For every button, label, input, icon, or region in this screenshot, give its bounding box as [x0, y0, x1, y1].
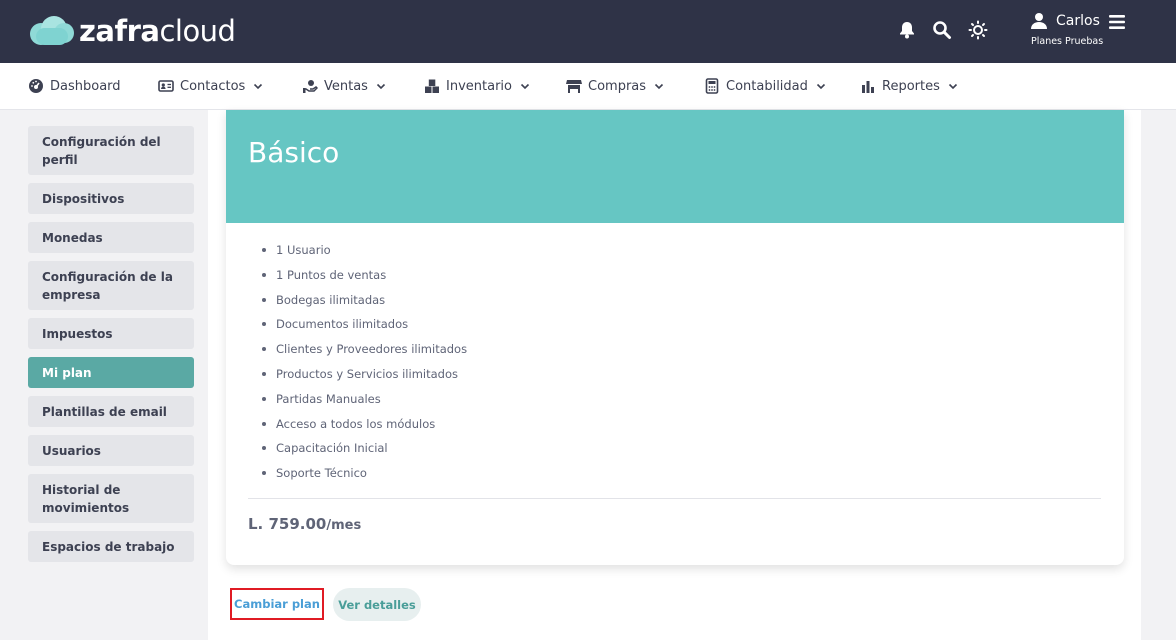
logo[interactable]: zafracloud	[28, 14, 236, 48]
nav-contactos-label: Contactos	[180, 78, 246, 94]
sidebar-item-mi-plan[interactable]: Mi plan	[28, 357, 194, 388]
store-icon	[566, 80, 582, 93]
list-item: Productos y Servicios ilimitados	[262, 365, 467, 390]
sidebar-item-plantillas-email[interactable]: Plantillas de email	[28, 396, 194, 427]
cloud-logo-icon	[28, 16, 76, 46]
nav-ventas-label: Ventas	[324, 78, 368, 94]
sidebar-item-perfil[interactable]: Configuración del perfil	[28, 126, 194, 175]
chevron-down-icon	[816, 83, 825, 90]
bar-chart-icon	[862, 81, 874, 93]
boxes-icon	[425, 79, 439, 93]
sidebar-item-espacios[interactable]: Espacios de trabajo	[28, 531, 194, 562]
view-details-button[interactable]: Ver detalles	[333, 588, 421, 621]
sidebar-item-dispositivos[interactable]: Dispositivos	[28, 183, 194, 214]
plan-price: L. 759.00/mes	[248, 515, 361, 533]
chevron-down-icon	[376, 83, 386, 90]
chevron-down-icon	[520, 83, 530, 90]
list-item: 1 Puntos de ventas	[262, 266, 467, 291]
nav-ventas[interactable]: Ventas	[302, 63, 386, 109]
user-icon	[1031, 13, 1047, 29]
nav-inventario[interactable]: Inventario	[424, 63, 530, 109]
top-bar: zafracloud Carlos Planes Pruebas	[0, 0, 1176, 63]
list-item: Documentos ilimitados	[262, 315, 467, 340]
contact-card-icon	[158, 80, 174, 92]
price-amount: L. 759.00	[248, 515, 327, 533]
company-name: Planes Pruebas	[1031, 36, 1104, 47]
nav-compras-label: Compras	[588, 78, 647, 94]
main-nav: Dashboard Contactos Ventas Inventario Co…	[0, 63, 1176, 110]
plan-name: Básico	[248, 136, 340, 169]
sidebar-item-usuarios[interactable]: Usuarios	[28, 435, 194, 466]
user-name: Carlos	[1056, 13, 1100, 29]
bell-icon[interactable]	[897, 20, 917, 40]
plan-card-header: Básico	[226, 110, 1124, 223]
sidebar-item-historial[interactable]: Historial de movimientos	[28, 474, 194, 523]
sidebar-item-monedas[interactable]: Monedas	[28, 222, 194, 253]
nav-reportes-label: Reportes	[882, 78, 940, 94]
sun-icon[interactable]	[968, 20, 988, 40]
list-item: Bodegas ilimitadas	[262, 291, 467, 316]
list-item: Capacitación Inicial	[262, 439, 467, 464]
divider	[248, 498, 1101, 499]
plan-card: Básico 1 Usuario 1 Puntos de ventas Bode…	[226, 110, 1124, 565]
nav-contactos[interactable]: Contactos	[158, 63, 263, 109]
nav-contabilidad-label: Contabilidad	[726, 78, 808, 94]
change-plan-button[interactable]: Cambiar plan	[230, 588, 324, 620]
nav-compras[interactable]: Compras	[566, 63, 664, 109]
sidebar-item-impuestos[interactable]: Impuestos	[28, 318, 194, 349]
nav-dashboard-label: Dashboard	[50, 78, 121, 94]
chevron-down-icon	[254, 83, 263, 90]
chevron-down-icon	[654, 83, 664, 90]
menu-icon[interactable]	[1108, 14, 1126, 30]
logo-text: zafracloud	[79, 14, 236, 48]
nav-inventario-label: Inventario	[446, 78, 512, 94]
sidebar-item-empresa[interactable]: Configuración de la empresa	[28, 261, 194, 310]
search-icon[interactable]	[932, 20, 952, 40]
sales-hand-icon	[303, 80, 318, 93]
plan-features-list: 1 Usuario 1 Puntos de ventas Bodegas ili…	[262, 241, 467, 489]
price-period: /mes	[326, 518, 362, 533]
list-item: Soporte Técnico	[262, 464, 467, 489]
calculator-icon	[705, 78, 719, 94]
list-item: Clientes y Proveedores ilimitados	[262, 340, 467, 365]
nav-dashboard[interactable]: Dashboard	[28, 63, 121, 109]
chevron-down-icon	[948, 83, 957, 90]
nav-reportes[interactable]: Reportes	[860, 63, 958, 109]
list-item: 1 Usuario	[262, 241, 467, 266]
dashboard-icon	[29, 79, 43, 93]
nav-contabilidad[interactable]: Contabilidad	[704, 63, 826, 109]
list-item: Partidas Manuales	[262, 390, 467, 415]
list-item: Acceso a todos los módulos	[262, 415, 467, 440]
